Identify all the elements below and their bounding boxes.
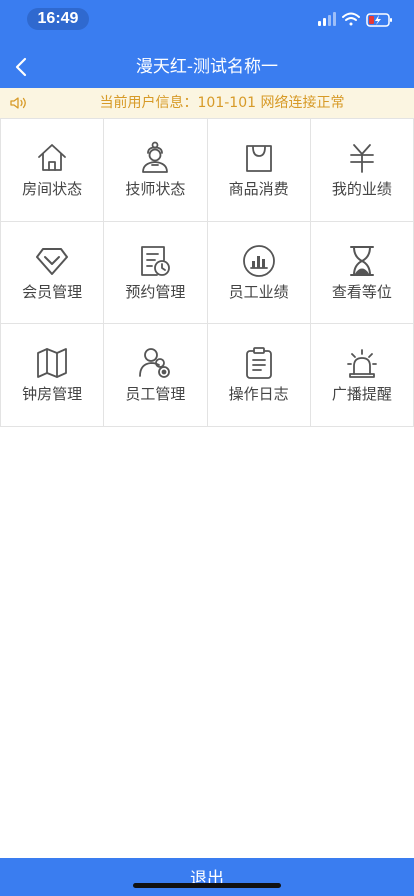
shopping-bag-icon	[242, 141, 276, 175]
menu-item-label: 操作日志	[228, 385, 289, 404]
back-button[interactable]	[10, 54, 34, 80]
menu-item-my-performance[interactable]: 我的业绩	[310, 119, 414, 222]
wifi-icon	[342, 12, 360, 26]
app-screen: 16:49 漫天红-测试名称一 当前用户信息：101-101 网络连接正常 房间…	[0, 0, 414, 896]
battery-icon	[366, 13, 392, 27]
diamond-icon	[35, 244, 69, 278]
menu-item-label: 预约管理	[125, 282, 186, 301]
menu-grid: 房间状态 技师状态 商品消费 我的业绩 会员管理 预约管理 员工业绩 查看等位 …	[0, 118, 414, 427]
alarm-icon	[345, 346, 379, 380]
menu-item-clock-room-management[interactable]: 钟房管理	[1, 324, 105, 427]
menu-item-broadcast-reminder[interactable]: 广播提醒	[310, 324, 414, 427]
menu-item-label: 会员管理	[22, 282, 83, 301]
home-indicator	[133, 883, 281, 888]
menu-item-reservation-management[interactable]: 预约管理	[104, 221, 208, 325]
header: 16:49 漫天红-测试名称一	[0, 0, 414, 88]
yuan-icon	[345, 141, 379, 175]
hourglass-icon	[345, 244, 379, 278]
map-icon	[35, 346, 69, 380]
menu-item-label: 员工业绩	[228, 282, 289, 301]
notice-bar: 当前用户信息：101-101 网络连接正常	[0, 88, 414, 118]
menu-item-label: 广播提醒	[331, 385, 392, 404]
clipboard-icon	[242, 346, 276, 380]
status-icons	[318, 12, 392, 27]
schedule-icon	[138, 244, 172, 278]
home-icon	[35, 141, 69, 175]
menu-item-label: 商品消费	[228, 180, 289, 198]
logout-button[interactable]: 退出	[0, 858, 414, 896]
menu-item-label: 技师状态	[125, 180, 186, 198]
menu-item-member-management[interactable]: 会员管理	[1, 221, 105, 325]
staff-icon	[138, 346, 172, 380]
menu-item-label: 钟房管理	[22, 385, 83, 404]
chart-icon	[242, 244, 276, 278]
menu-item-operation-log[interactable]: 操作日志	[207, 324, 311, 427]
menu-item-label: 房间状态	[22, 180, 83, 198]
signal-icon	[318, 12, 336, 26]
menu-item-technician-status[interactable]: 技师状态	[104, 119, 208, 222]
menu-item-waiting-queue[interactable]: 查看等位	[310, 221, 414, 325]
menu-item-label: 我的业绩	[331, 180, 392, 198]
menu-item-label: 查看等位	[331, 282, 392, 301]
menu-item-staff-management[interactable]: 员工管理	[104, 324, 208, 427]
notice-text: 当前用户信息：101-101 网络连接正常	[99, 95, 345, 111]
page-title: 漫天红-测试名称一	[135, 57, 279, 77]
chevron-left-icon	[15, 57, 27, 77]
menu-item-staff-performance[interactable]: 员工业绩	[207, 221, 311, 325]
menu-item-label: 员工管理	[125, 385, 186, 404]
menu-item-room-status[interactable]: 房间状态	[1, 119, 105, 222]
speaker-icon	[10, 97, 26, 109]
status-time: 16:49	[27, 8, 89, 30]
technician-icon	[138, 141, 172, 175]
menu-item-goods-consumption[interactable]: 商品消费	[207, 119, 311, 222]
